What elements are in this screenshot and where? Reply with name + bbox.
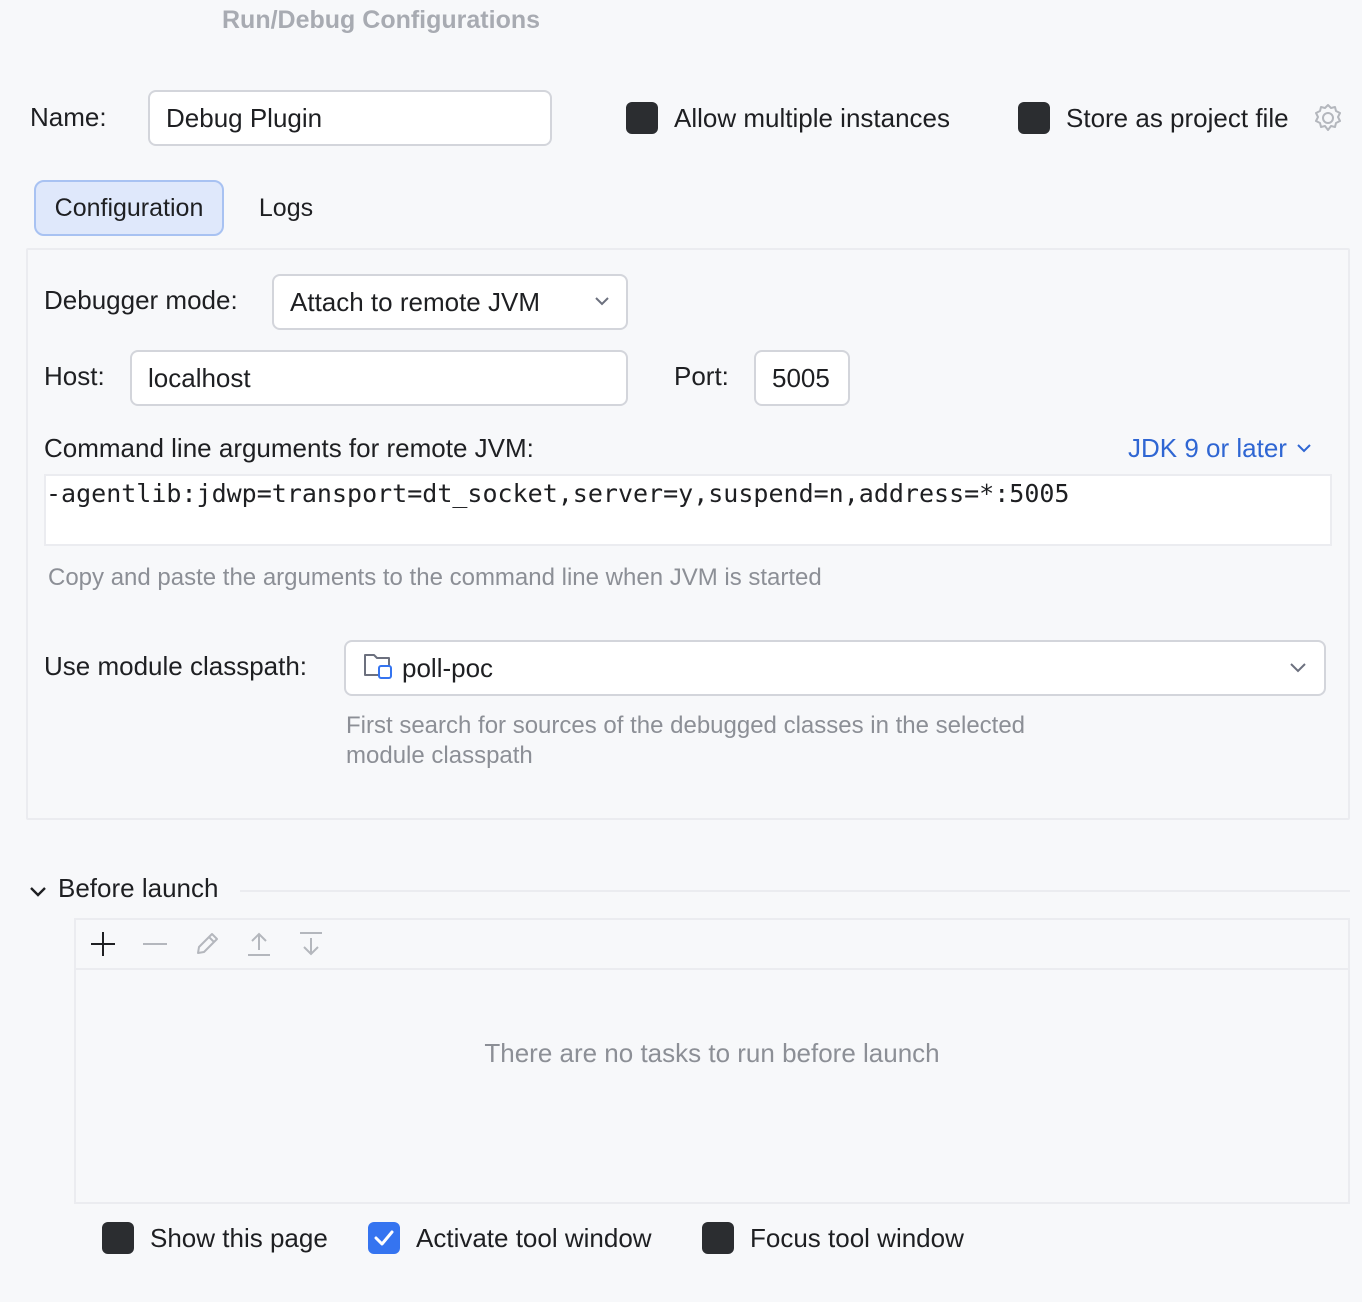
activate-tool-window-label: Activate tool window — [416, 1222, 652, 1253]
activate-tool-window-option[interactable]: Activate tool window — [368, 1222, 652, 1254]
store-as-project-file-checkbox[interactable] — [1018, 102, 1050, 134]
debugger-mode-value: Attach to remote JVM — [290, 286, 540, 317]
cmd-args-hint: Copy and paste the arguments to the comm… — [48, 564, 822, 591]
move-up-icon[interactable] — [244, 929, 274, 959]
debugger-mode-dropdown[interactable]: Attach to remote JVM — [272, 274, 628, 330]
cmd-args-label: Command line arguments for remote JVM: — [44, 433, 534, 463]
focus-tool-window-checkbox[interactable] — [702, 1222, 734, 1254]
before-launch-tasks: There are no tasks to run before launch — [74, 918, 1350, 1204]
activate-tool-window-checkbox[interactable] — [368, 1222, 400, 1254]
module-hint-line1: First search for sources of the debugged… — [346, 712, 1026, 739]
name-label: Name: — [30, 102, 107, 132]
jdk-version-link-label: JDK 9 or later — [1128, 433, 1287, 463]
store-as-project-file-option[interactable]: Store as project file — [1018, 102, 1289, 134]
allow-multiple-instances-label: Allow multiple instances — [674, 102, 951, 133]
host-label: Host: — [44, 361, 105, 391]
show-this-page-label: Show this page — [150, 1222, 328, 1253]
before-launch-title[interactable]: Before launch — [58, 873, 218, 904]
host-input-value: localhost — [148, 362, 251, 393]
focus-tool-window-option[interactable]: Focus tool window — [702, 1222, 964, 1254]
cmd-args-value: -agentlib:jdwp=transport=dt_socket,serve… — [46, 479, 1070, 508]
gear-icon[interactable] — [1312, 102, 1344, 134]
port-label: Port: — [674, 361, 729, 391]
edit-icon[interactable] — [192, 929, 222, 959]
move-down-icon[interactable] — [296, 929, 326, 959]
chevron-down-icon — [1295, 433, 1313, 464]
allow-multiple-instances-option[interactable]: Allow multiple instances — [626, 102, 950, 134]
module-folder-icon — [362, 650, 394, 687]
port-input-value: 5005 — [772, 362, 830, 393]
port-input[interactable]: 5005 — [754, 350, 850, 406]
tab-logs[interactable]: Logs — [244, 180, 328, 236]
allow-multiple-instances-checkbox[interactable] — [626, 102, 658, 134]
chevron-down-icon — [1288, 653, 1308, 684]
checkmark-icon — [374, 1230, 394, 1246]
name-input[interactable]: Debug Plugin — [148, 90, 552, 146]
before-launch-toolbar — [76, 920, 1348, 970]
store-as-project-file-label: Store as project file — [1066, 102, 1289, 133]
module-classpath-value: poll-poc — [402, 652, 494, 683]
section-divider — [240, 890, 1350, 892]
focus-tool-window-label: Focus tool window — [750, 1222, 964, 1253]
show-this-page-option[interactable]: Show this page — [102, 1222, 328, 1254]
module-classpath-dropdown[interactable]: poll-poc — [344, 640, 1326, 696]
no-tasks-message: There are no tasks to run before launch — [484, 1038, 940, 1068]
module-hint-line2: module classpath — [346, 742, 533, 769]
chevron-down-icon — [592, 287, 612, 318]
collapse-chevron-icon[interactable] — [28, 878, 48, 898]
remove-icon[interactable] — [140, 929, 170, 959]
window-title: Run/Debug Configurations — [222, 6, 541, 34]
show-this-page-checkbox[interactable] — [102, 1222, 134, 1254]
debugger-mode-label: Debugger mode: — [44, 285, 238, 315]
name-input-value: Debug Plugin — [166, 102, 323, 133]
cmd-args-textarea[interactable]: -agentlib:jdwp=transport=dt_socket,serve… — [44, 474, 1332, 546]
jdk-version-link[interactable]: JDK 9 or later — [1128, 433, 1313, 464]
module-classpath-label: Use module classpath: — [44, 651, 308, 681]
add-icon[interactable] — [88, 929, 118, 959]
tab-configuration[interactable]: Configuration — [34, 180, 224, 236]
host-input[interactable]: localhost — [130, 350, 628, 406]
